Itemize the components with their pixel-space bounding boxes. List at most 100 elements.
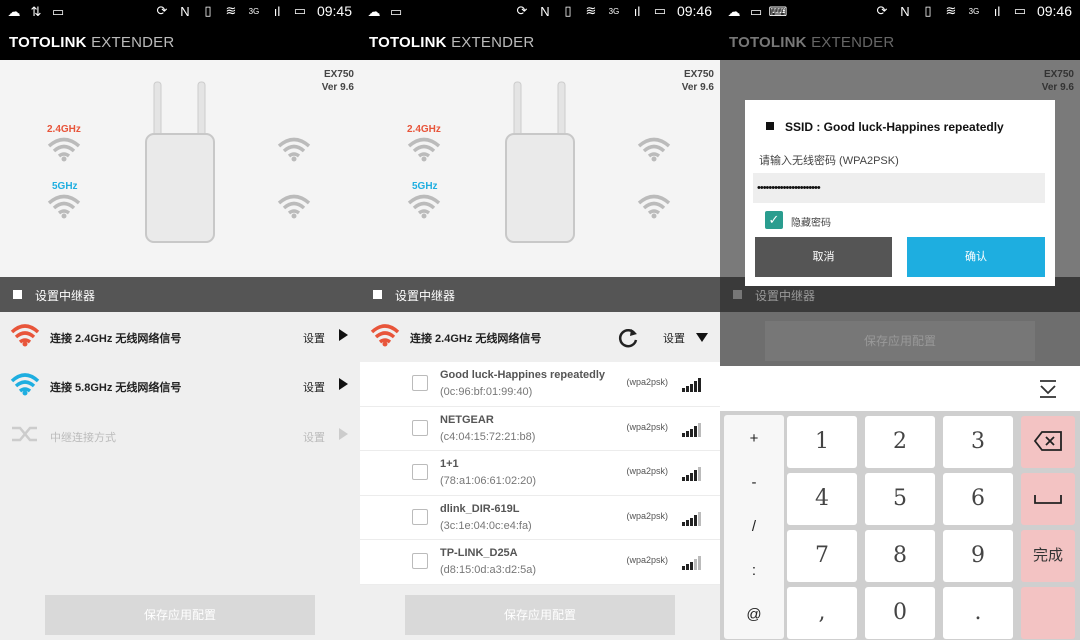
signal-3g-icon: 3G xyxy=(248,6,260,16)
wifi-status-icon: ≋ xyxy=(945,3,957,18)
data-transfer-icon: ⇅ xyxy=(30,4,42,19)
device-hero: EX750 Ver 9.6 2.4GHz 5GHz xyxy=(360,60,720,277)
key-9[interactable]: 9 xyxy=(943,530,1013,582)
wifi-24-right-icon xyxy=(637,137,671,162)
key-2[interactable]: 2 xyxy=(865,416,935,468)
settings-link[interactable]: 设置 xyxy=(663,330,685,346)
network-mac: (0c:96:bf:01:99:40) xyxy=(440,386,533,398)
section-title: 设置中继器 xyxy=(755,289,816,303)
key-done[interactable]: 完成 xyxy=(1021,530,1075,582)
key-at[interactable]: @ xyxy=(724,589,784,640)
row-connect-24ghz[interactable]: 连接 2.4GHz 无线网络信号 设置 xyxy=(360,312,720,362)
cancel-button[interactable]: 取消 xyxy=(755,237,892,277)
signal-strength-icon xyxy=(682,378,701,392)
network-item[interactable]: 1+1 (78:a1:06:61:02:20) (wpa2psk) xyxy=(360,451,720,496)
app-title: TOTOLINK EXTENDER xyxy=(369,34,535,51)
wifi-5-left-icon xyxy=(47,194,81,219)
network-mac: (3c:1e:04:0c:e4:fa) xyxy=(440,519,532,532)
hide-password-checkbox[interactable]: ✓ xyxy=(765,211,783,229)
wifi-blue-icon xyxy=(10,373,40,396)
save-apply-button[interactable]: 保存应用配置 xyxy=(405,595,675,635)
network-ssid: Good luck-Happines repeatedly xyxy=(440,369,606,381)
band-24-label: 2.4GHz xyxy=(407,124,441,135)
app-bar: TOTOLINK EXTENDER xyxy=(720,26,1080,60)
extender-device-image xyxy=(505,81,575,243)
nfc-icon: N xyxy=(900,3,910,19)
signal-3g-icon: 3G xyxy=(608,6,620,16)
battery-icon: ▭ xyxy=(653,3,667,18)
key-6[interactable]: 6 xyxy=(943,473,1013,525)
extender-device-image xyxy=(145,81,215,243)
settings-link[interactable]: 设置 xyxy=(303,330,325,346)
keyboard-collapse-icon[interactable] xyxy=(1038,379,1058,399)
keyboard-toolbar xyxy=(720,366,1080,411)
key-space[interactable] xyxy=(1021,473,1075,525)
key-period[interactable]: . xyxy=(943,587,1013,639)
numeric-keyboard: + - / : @ 1 2 3 4 5 6 7 8 9 , 0 . 完成 xyxy=(720,411,1080,640)
screen-3: ☁ ▭ ⌨ ⟳ N ▯ ≋ 3G ıl ▭ 09:46 TOTOLINK EXT… xyxy=(720,0,1080,640)
key-next[interactable] xyxy=(1021,587,1075,639)
wifi-24-left-icon xyxy=(47,137,81,162)
app-title: TOTOLINK EXTENDER xyxy=(9,34,175,51)
network-item[interactable]: NETGEAR (c4:04:15:72:21:b8) (wpa2psk) xyxy=(360,406,720,451)
vibrate-icon: ▯ xyxy=(564,3,572,18)
row-connect-24ghz[interactable]: 连接 2.4GHz 无线网络信号 设置 xyxy=(0,312,360,362)
wifi-24-right-icon xyxy=(277,137,311,162)
network-item[interactable]: TP-LINK_D25A (d8:15:0d:a3:d2:5a) (wpa2ps… xyxy=(360,540,720,585)
password-input[interactable]: •••••••••••••••••••••• xyxy=(753,173,1045,203)
save-apply-button[interactable]: 保存应用配置 xyxy=(45,595,315,635)
key-8[interactable]: 8 xyxy=(865,530,935,582)
network-ssid: TP-LINK_D25A xyxy=(440,547,518,559)
space-icon xyxy=(1034,495,1062,504)
section-title: 设置中继器 xyxy=(395,289,456,303)
image-icon: ▭ xyxy=(389,4,403,19)
key-5[interactable]: 5 xyxy=(865,473,935,525)
key-0[interactable]: 0 xyxy=(865,587,935,639)
app-bar: TOTOLINK EXTENDER xyxy=(0,26,360,60)
screen-2: ☁ ▭ ⟳ N ▯ ≋ 3G ıl ▭ 09:46 TOTOLINK EXTEN… xyxy=(360,0,720,640)
key-1[interactable]: 1 xyxy=(787,416,857,468)
play-arrow-icon[interactable] xyxy=(339,378,348,390)
settings-link[interactable]: 设置 xyxy=(303,379,325,395)
network-checkbox[interactable] xyxy=(412,553,428,569)
play-arrow-icon xyxy=(339,428,348,440)
row-repeat-mode: 中继连接方式 设置 xyxy=(0,411,360,461)
wifi-red-icon xyxy=(10,324,40,347)
network-item[interactable]: Good luck-Happines repeatedly (0c:96:bf:… xyxy=(360,362,720,407)
sync-icon: ⟳ xyxy=(156,3,168,18)
network-ssid: NETGEAR xyxy=(440,413,494,426)
clock: 09:46 xyxy=(1036,3,1072,19)
notification-icon: ☁ xyxy=(727,4,741,19)
dialog-title: SSID : Good luck-Happines repeatedly xyxy=(785,120,1004,134)
confirm-button[interactable]: 确认 xyxy=(907,237,1045,277)
cell-signal-icon: ıl xyxy=(273,3,281,19)
refresh-icon[interactable] xyxy=(616,326,640,350)
status-bar: ☁ ▭ ⟳ N ▯ ≋ 3G ıl ▭ 09:46 xyxy=(360,0,720,26)
cell-signal-icon: ıl xyxy=(633,3,641,19)
network-checkbox[interactable] xyxy=(412,464,428,480)
device-model: EX750 Ver 9.6 xyxy=(681,69,714,93)
network-checkbox[interactable] xyxy=(412,419,428,436)
key-4[interactable]: 4 xyxy=(787,473,857,525)
network-item[interactable]: dlink_DIR-619L (3c:1e:04:0c:e4:fa) (wpa2… xyxy=(360,495,720,540)
notification-icon: ☁ xyxy=(367,4,381,19)
key-comma[interactable]: , xyxy=(787,587,857,639)
dropdown-arrow-icon[interactable] xyxy=(696,333,708,342)
row-connect-58ghz[interactable]: 连接 5.8GHz 无线网络信号 设置 xyxy=(0,361,360,411)
network-checkbox[interactable] xyxy=(412,508,428,525)
vibrate-icon: ▯ xyxy=(924,3,932,18)
nfc-icon: N xyxy=(180,3,190,19)
network-checkbox[interactable] xyxy=(412,375,428,391)
signal-strength-icon xyxy=(682,511,701,526)
sync-icon: ⟳ xyxy=(876,3,888,18)
play-arrow-icon[interactable] xyxy=(339,329,348,341)
cell-signal-icon: ıl xyxy=(993,3,1001,19)
key-3[interactable]: 3 xyxy=(943,416,1013,468)
network-mac: (d8:15:0d:a3:d2:5a) xyxy=(440,564,537,576)
key-7[interactable]: 7 xyxy=(787,530,857,582)
key-backspace[interactable] xyxy=(1021,416,1075,468)
password-prompt: 请输入无线密码 (WPA2PSK) xyxy=(759,155,899,167)
network-security: (wpa2psk) xyxy=(626,421,668,432)
wifi-5-right-icon xyxy=(277,194,311,219)
wifi-5-right-icon xyxy=(637,194,671,219)
